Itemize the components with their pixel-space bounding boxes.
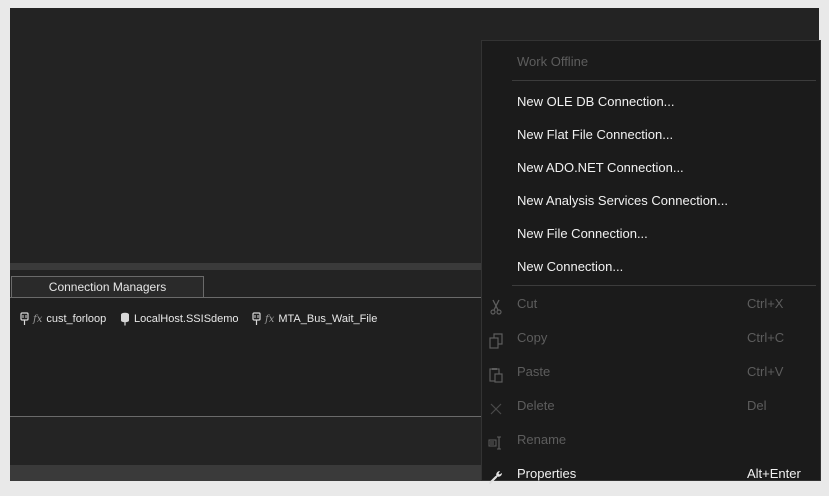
paste-icon: [488, 364, 504, 383]
rename-icon: [488, 432, 504, 450]
connection-label: LocalHost.SSISdemo: [134, 313, 239, 325]
menu-label: New OLE DB Connection...: [517, 94, 675, 109]
menu-shortcut: Ctrl+V: [747, 364, 784, 379]
menu-item-copy[interactable]: Copy Ctrl+C: [482, 323, 820, 353]
menu-item-work-offline[interactable]: Work Offline: [482, 47, 820, 77]
menu-item-new-oledb-connection[interactable]: New OLE DB Connection...: [482, 87, 820, 117]
menu-item-new-flat-file-connection[interactable]: New Flat File Connection...: [482, 120, 820, 150]
connection-item-mta-bus-wait-file[interactable]: fx MTA_Bus_Wait_File: [252, 312, 377, 326]
connection-plug-icon: [20, 312, 29, 326]
menu-shortcut: Ctrl+C: [747, 330, 785, 345]
scissors-icon: [488, 296, 504, 315]
expression-fx-icon: fx: [33, 313, 43, 325]
menu-shortcut: Ctrl+X: [747, 296, 784, 311]
copy-icon: [488, 330, 504, 349]
connection-managers-tab[interactable]: Connection Managers: [11, 276, 204, 297]
connection-item-localhost-ssisdemo[interactable]: LocalHost.SSISdemo: [120, 312, 239, 326]
menu-item-paste[interactable]: Paste Ctrl+V: [482, 357, 820, 387]
connection-label: cust_forloop: [46, 313, 107, 325]
menu-item-new-adonet-connection[interactable]: New ADO.NET Connection...: [482, 153, 820, 183]
menu-separator: [512, 285, 816, 286]
menu-label: New File Connection...: [517, 226, 648, 241]
menu-item-new-file-connection[interactable]: New File Connection...: [482, 219, 820, 249]
connection-plug-icon: [252, 312, 261, 326]
menu-label: Delete: [517, 398, 555, 413]
menu-label: Properties: [517, 466, 577, 481]
menu-label: New Analysis Services Connection...: [517, 193, 728, 208]
menu-label: New ADO.NET Connection...: [517, 160, 684, 175]
menu-label: Cut: [517, 296, 538, 311]
menu-item-delete[interactable]: Delete Del: [482, 391, 820, 421]
menu-label: Rename: [517, 432, 567, 447]
delete-x-icon: [488, 398, 504, 415]
menu-shortcut: Del: [747, 398, 767, 413]
connection-label: MTA_Bus_Wait_File: [278, 313, 378, 325]
menu-item-rename[interactable]: Rename: [482, 425, 820, 455]
menu-item-cut[interactable]: Cut Ctrl+X: [482, 289, 820, 319]
menu-label: Copy: [517, 330, 548, 345]
menu-separator: [512, 80, 816, 81]
connection-item-cust-forloop[interactable]: fx cust_forloop: [20, 312, 106, 326]
menu-label: New Connection...: [517, 259, 624, 274]
expression-fx-icon: fx: [265, 313, 275, 325]
menu-label: New Flat File Connection...: [517, 127, 674, 142]
menu-item-new-connection[interactable]: New Connection...: [482, 252, 820, 282]
menu-item-new-analysis-services-connection[interactable]: New Analysis Services Connection...: [482, 186, 820, 216]
menu-label: Work Offline: [517, 54, 589, 69]
wrench-icon: [488, 466, 504, 485]
database-connection-icon: [120, 312, 130, 326]
menu-label: Paste: [517, 364, 551, 379]
context-menu: Work Offline New OLE DB Connection... Ne…: [481, 40, 821, 485]
menu-item-properties[interactable]: Properties Alt+Enter: [482, 459, 820, 489]
menu-shortcut: Alt+Enter: [747, 466, 801, 481]
